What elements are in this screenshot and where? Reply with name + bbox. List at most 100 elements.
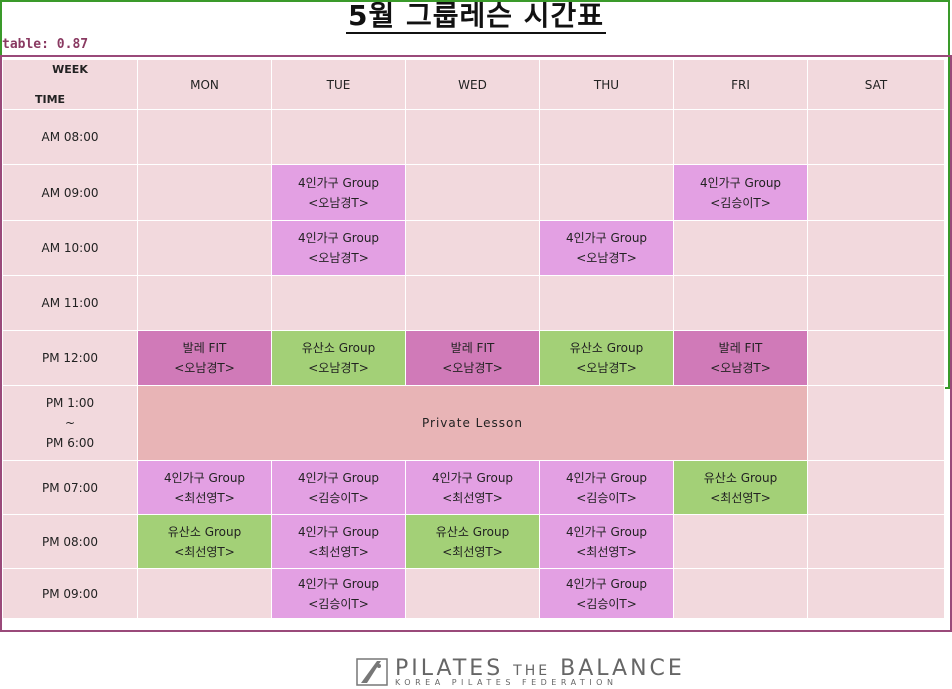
schedule-row: AM 11:00 bbox=[2, 275, 945, 331]
header-row: WEEK TIME MON TUE WED THU FRI SAT bbox=[2, 59, 945, 110]
class-cell: 발레 FIT <오남경T> bbox=[137, 330, 272, 386]
schedule-row: PM 07:00 4인가구 Group <최선영T> 4인가구 Group <김승이T>… bbox=[2, 460, 945, 515]
time-cell: PM 12:00 bbox=[2, 330, 138, 386]
empty-cell bbox=[271, 275, 406, 331]
class-cell: 4인가구 Group <김승이T> bbox=[673, 164, 808, 221]
class-name: 발레 FIT bbox=[718, 341, 763, 355]
class-cell: 유산소 Group <오남경T> bbox=[271, 330, 406, 386]
private-time-sep: ~ bbox=[64, 416, 76, 430]
class-name: 4인가구 Group bbox=[699, 175, 782, 190]
time-label: TIME bbox=[34, 93, 66, 106]
day-header-thu: THU bbox=[539, 59, 674, 110]
page-title: 5월 그룹레슨 시간표 bbox=[0, 0, 952, 40]
class-cell: 4인가구 Group <최선영T> bbox=[271, 514, 406, 569]
private-lesson-block: Private Lesson bbox=[137, 385, 808, 461]
instructor-name: <오남경T> bbox=[174, 361, 235, 375]
time-cell-private: PM 1:00 ~ PM 6:00 bbox=[2, 385, 138, 461]
schedule-row: PM 09:00 4인가구 Group <김승이T> 4인가구 Group <김승이T> bbox=[2, 568, 945, 619]
instructor-name: <최선영T> bbox=[442, 490, 503, 505]
corner-cell: WEEK TIME bbox=[2, 59, 138, 110]
day-header-wed: WED bbox=[405, 59, 540, 110]
class-name: 발레 FIT bbox=[450, 341, 495, 355]
instructor-name: <최선영T> bbox=[442, 544, 503, 559]
class-name: 유산소 Group bbox=[167, 524, 242, 539]
empty-cell bbox=[673, 220, 808, 276]
brand-the: THE bbox=[513, 663, 551, 679]
class-name: 발레 FIT bbox=[182, 341, 227, 355]
empty-cell bbox=[539, 164, 674, 221]
class-cell: 4인가구 Group <김승이T> bbox=[271, 568, 406, 619]
time-cell: AM 08:00 bbox=[2, 109, 138, 165]
footer-logo: PILATES THE BALANCE KOREA PILATES FEDERA… bbox=[355, 657, 682, 687]
time-cell: AM 09:00 bbox=[2, 164, 138, 221]
class-name: 4인가구 Group bbox=[297, 524, 380, 539]
schedule-table: WEEK TIME MON TUE WED THU FRI SAT AM 08:… bbox=[2, 59, 945, 619]
day-header-fri: FRI bbox=[673, 59, 808, 110]
brand-subtitle: KOREA PILATES FEDERATION bbox=[395, 678, 618, 687]
empty-cell bbox=[405, 568, 540, 619]
empty-cell bbox=[539, 109, 674, 165]
instructor-name: <오남경T> bbox=[576, 251, 637, 265]
empty-cell bbox=[405, 275, 540, 331]
private-lesson-row: PM 1:00 ~ PM 6:00 Private Lesson bbox=[2, 385, 945, 461]
class-cell: 유산소 Group <최선영T> bbox=[673, 460, 808, 515]
class-name: 4인가구 Group bbox=[163, 470, 246, 485]
class-cell: 유산소 Group <최선영T> bbox=[405, 514, 540, 569]
class-name: 4인가구 Group bbox=[297, 576, 380, 591]
empty-cell bbox=[807, 460, 945, 515]
day-header-mon: MON bbox=[137, 59, 272, 110]
instructor-name: <오남경T> bbox=[308, 195, 369, 210]
class-cell: 발레 FIT <오남경T> bbox=[405, 330, 540, 386]
empty-cell bbox=[807, 164, 945, 221]
instructor-name: <최선영T> bbox=[174, 490, 235, 505]
empty-cell bbox=[807, 330, 945, 386]
instructor-name: <최선영T> bbox=[174, 544, 235, 559]
empty-cell bbox=[673, 568, 808, 619]
class-name: 4인가구 Group bbox=[565, 576, 648, 591]
private-time-end: PM 6:00 bbox=[45, 436, 95, 450]
instructor-name: <김승이T> bbox=[576, 490, 637, 505]
instructor-name: <오남경T> bbox=[442, 361, 503, 375]
empty-cell bbox=[137, 568, 272, 619]
empty-cell bbox=[673, 275, 808, 331]
empty-cell bbox=[807, 568, 945, 619]
instructor-name: <최선영T> bbox=[710, 490, 771, 505]
empty-cell bbox=[673, 514, 808, 569]
class-name: 유산소 Group bbox=[569, 341, 644, 355]
empty-cell bbox=[807, 514, 945, 569]
class-name: 4인가구 Group bbox=[297, 175, 380, 190]
class-name: 4인가구 Group bbox=[565, 524, 648, 539]
empty-cell bbox=[539, 275, 674, 331]
empty-cell bbox=[137, 164, 272, 221]
class-cell: 4인가구 Group <김승이T> bbox=[271, 460, 406, 515]
class-cell: 4인가구 Group <최선영T> bbox=[405, 460, 540, 515]
empty-cell bbox=[405, 109, 540, 165]
instructor-name: <오남경T> bbox=[308, 251, 369, 265]
class-cell: 4인가구 Group <오남경T> bbox=[271, 164, 406, 221]
class-name: 4인가구 Group bbox=[431, 470, 514, 485]
class-name: 유산소 Group bbox=[301, 341, 376, 355]
class-name: 유산소 Group bbox=[703, 470, 778, 485]
class-name: 4인가구 Group bbox=[297, 470, 380, 485]
schedule-row: AM 08:00 bbox=[2, 109, 945, 165]
class-cell: 4인가구 Group <김승이T> bbox=[539, 460, 674, 515]
empty-cell bbox=[271, 109, 406, 165]
instructor-name: <오남경T> bbox=[710, 361, 771, 375]
empty-cell bbox=[673, 109, 808, 165]
instructor-name: <최선영T> bbox=[576, 544, 637, 559]
detection-label: table: 0.87 bbox=[2, 37, 89, 52]
class-name: 4인가구 Group bbox=[565, 231, 648, 245]
empty-cell bbox=[137, 275, 272, 331]
class-cell: 4인가구 Group <김승이T> bbox=[539, 568, 674, 619]
class-name: 4인가구 Group bbox=[565, 470, 648, 485]
empty-cell bbox=[137, 109, 272, 165]
instructor-name: <김승이T> bbox=[308, 596, 369, 611]
empty-cell bbox=[405, 164, 540, 221]
instructor-name: <오남경T> bbox=[308, 361, 369, 375]
schedule-row: PM 08:00 유산소 Group <최선영T> 4인가구 Group <최선영T> 유… bbox=[2, 514, 945, 569]
time-cell: PM 08:00 bbox=[2, 514, 138, 569]
instructor-name: <오남경T> bbox=[576, 361, 637, 375]
time-cell: AM 10:00 bbox=[2, 220, 138, 276]
week-label: WEEK bbox=[52, 63, 88, 76]
class-cell: 발레 FIT <오남경T> bbox=[673, 330, 808, 386]
